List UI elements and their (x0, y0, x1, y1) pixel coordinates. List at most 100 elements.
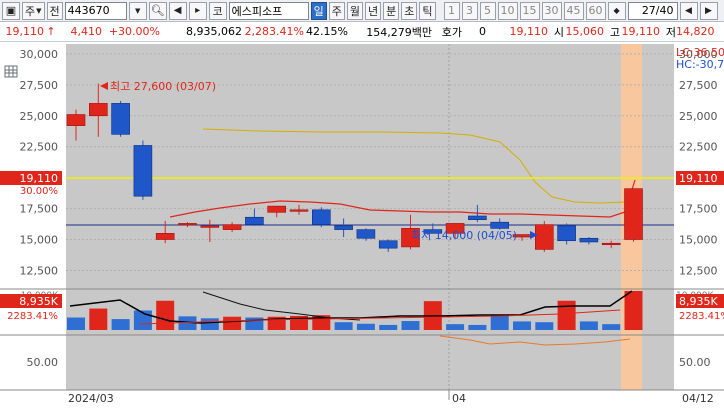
y-tick-right: 25,000 (679, 110, 718, 123)
volume-bar[interactable] (334, 322, 353, 330)
timeframe-minute-button[interactable]: 분 (383, 1, 400, 20)
y-tick-left: 30,000 (20, 48, 59, 61)
low-price: 14,820 (676, 25, 715, 38)
candle-body[interactable] (111, 103, 130, 135)
y-tick-left: 17,500 (20, 203, 59, 216)
volume-bar[interactable] (379, 324, 398, 330)
candle-body[interactable] (378, 240, 398, 249)
speaker-icon[interactable]: ◀ (168, 1, 187, 20)
interval-45-button[interactable]: 45 (563, 1, 584, 20)
volume-bar[interactable] (468, 324, 487, 330)
market-select[interactable]: 주 ▼ (22, 1, 45, 20)
timeframe-month-button[interactable]: 월 (346, 1, 364, 20)
candle-body[interactable] (222, 224, 242, 230)
stock-name-field[interactable]: 에스피소프 (228, 1, 309, 20)
price-tag-left-text: 19,110 (20, 172, 59, 185)
chart-area[interactable]: 30,00027,50025,00022,50020,00017,50015,0… (0, 42, 724, 410)
market-label: 주 (25, 4, 36, 18)
volume-bar[interactable] (156, 300, 175, 330)
open-price: 15,060 (565, 25, 605, 38)
y-tick-right: 22,500 (679, 141, 718, 154)
volume-bar[interactable] (89, 308, 108, 330)
search-icon[interactable]: 🔍︎ (148, 1, 167, 20)
candle-body[interactable] (624, 188, 643, 240)
turnover-rate: 42.15% (306, 25, 348, 38)
interval-5-button[interactable]: 5 (479, 1, 496, 20)
x-label-end: 04/12 (682, 392, 714, 405)
osc-tick-left: 50.00 (27, 356, 59, 369)
pct-tag-left-text: 30.00% (20, 186, 58, 197)
volume-bar[interactable] (401, 321, 420, 330)
open-label: 시 (553, 25, 564, 39)
volume-bar[interactable] (557, 300, 576, 330)
volume-bar[interactable] (535, 322, 554, 330)
timeframe-second-button[interactable]: 초 (401, 1, 418, 20)
volume-bar[interactable] (67, 317, 85, 330)
candle-body[interactable] (133, 145, 153, 197)
volume-bar[interactable] (111, 319, 130, 330)
dropdown-arrow-icon[interactable]: ▼ (128, 1, 147, 20)
candle-body[interactable] (267, 205, 287, 213)
volume-tag-left-text: 8,935K (19, 295, 58, 308)
volume-bar[interactable] (624, 291, 643, 330)
chevron-down-icon: ▼ (36, 6, 42, 15)
hoga-value: 0 (479, 25, 486, 38)
candle-body[interactable] (178, 223, 197, 226)
candle-body[interactable] (557, 225, 576, 242)
expand-button[interactable]: ◆ (607, 1, 626, 20)
price-change-pct: +30.00% (108, 25, 160, 38)
timeframe-week-button[interactable]: 주 (328, 1, 345, 20)
candle-body[interactable] (245, 216, 264, 225)
candle-body[interactable] (289, 209, 309, 212)
timeframe-tick-button[interactable]: 틱 (419, 1, 436, 20)
candle-body[interactable] (534, 224, 554, 250)
candle-body[interactable] (356, 229, 376, 239)
hc-label: HC:-30,7 (676, 58, 724, 71)
volume-bar[interactable] (490, 314, 509, 330)
interval-15-button[interactable]: 15 (519, 1, 540, 20)
volume-bar[interactable] (513, 321, 531, 330)
volume-ratio: 2,283.41% (244, 25, 304, 38)
toggle-checkbox[interactable]: ▣ (2, 1, 20, 20)
timeframe-day-button[interactable]: 일 (310, 1, 327, 20)
quote-current: 19,110 (509, 25, 549, 38)
period-button[interactable]: 전 (46, 1, 63, 20)
volume-bar[interactable] (356, 323, 375, 330)
next-page-icon[interactable]: ▶ (699, 1, 718, 20)
interval-1-button[interactable]: 1 (443, 1, 460, 20)
candle-body[interactable] (490, 221, 510, 229)
price-change: 4,410 (70, 25, 103, 38)
high-label: 고 (609, 25, 620, 39)
volume-bar[interactable] (200, 318, 219, 330)
volume-bar[interactable] (579, 321, 598, 330)
y-tick-right: 12,500 (679, 264, 718, 277)
candle-body[interactable] (311, 209, 331, 225)
candle-body[interactable] (66, 114, 86, 126)
stock-code-input[interactable] (64, 1, 127, 20)
candle-body[interactable] (601, 242, 621, 246)
prev-page-icon[interactable]: ◀ (679, 1, 698, 20)
interval-3-button[interactable]: 3 (461, 1, 478, 20)
candle-body[interactable] (468, 215, 487, 221)
interval-60-button[interactable]: 60 (585, 1, 606, 20)
volume-bar[interactable] (446, 324, 465, 330)
volume-bar[interactable] (223, 316, 242, 330)
volume-tag-right-text: 8,935K (679, 295, 718, 308)
low-label: 저 (665, 25, 676, 39)
mode-icon[interactable]: ▸ (188, 1, 207, 20)
high-price: 19,110 (621, 25, 661, 38)
candle-body[interactable] (334, 225, 353, 230)
x-label-start: 2024/03 (68, 392, 114, 405)
candle-body[interactable] (155, 233, 175, 240)
candle-body[interactable] (579, 237, 599, 243)
page-indicator: 27/40 (627, 1, 678, 20)
volume-bar[interactable] (602, 324, 621, 330)
timeframe-year-button[interactable]: 년 (365, 1, 382, 20)
candle-body[interactable] (200, 225, 220, 228)
candle-body[interactable] (89, 103, 108, 117)
low-annotation: 최저 14,000 (04/05) (411, 229, 517, 242)
code-prefix-button[interactable]: 코 (208, 1, 227, 20)
interval-10-button[interactable]: 10 (497, 1, 518, 20)
quote-bar: 19,110 ↑ 4,410 +30.00% 8,935,062 2,283.4… (0, 22, 724, 42)
interval-30-button[interactable]: 30 (541, 1, 562, 20)
